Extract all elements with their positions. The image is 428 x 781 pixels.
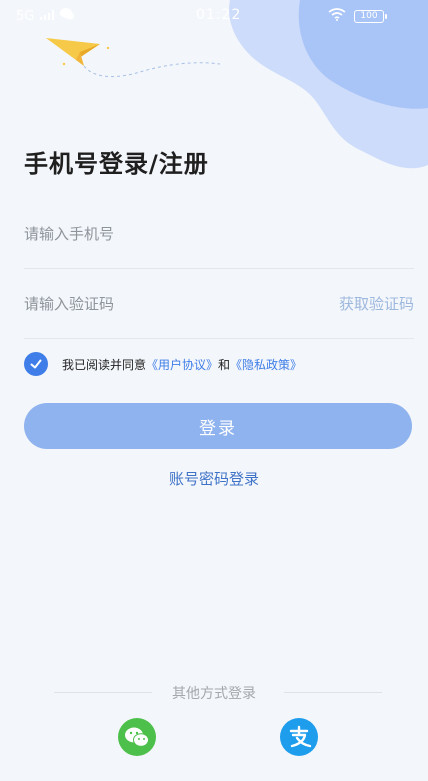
paper-plane-icon — [40, 30, 230, 94]
code-field-row: 获取验证码 — [24, 269, 414, 339]
chat-notification-icon — [60, 8, 75, 24]
other-login-label: 其他方式登录 — [172, 686, 256, 702]
login-button[interactable]: 登录 — [24, 403, 412, 449]
password-login-link[interactable]: 账号密码登录 — [0, 468, 428, 489]
wifi-icon — [328, 8, 346, 25]
status-bar: 5G 01:22 100 — [0, 0, 428, 32]
agreement-text: 我已阅读并同意《用户协议》和《隐私政策》 — [62, 356, 302, 373]
agreement-and: 和 — [218, 357, 231, 372]
agreement-checkbox[interactable] — [24, 352, 48, 376]
user-agreement-link[interactable]: 《用户协议》 — [146, 358, 218, 372]
wechat-icon — [125, 727, 149, 747]
alipay-login-button[interactable] — [280, 718, 318, 756]
get-code-button[interactable]: 获取验证码 — [339, 293, 414, 314]
alipay-icon — [289, 725, 312, 748]
privacy-policy-link[interactable]: 《隐私政策》 — [230, 358, 302, 372]
phone-input[interactable] — [24, 221, 304, 247]
page-title: 手机号登录/注册 — [24, 150, 209, 178]
checkmark-icon — [30, 359, 42, 369]
wechat-login-button[interactable] — [118, 718, 156, 756]
phone-field-row — [24, 199, 414, 269]
status-time: 01:22 — [196, 7, 242, 23]
agreement-prefix: 我已阅读并同意 — [62, 357, 147, 372]
verification-code-input[interactable] — [24, 291, 304, 317]
signal-icon — [40, 9, 55, 24]
status-right: 100 — [328, 8, 387, 25]
battery-icon: 100 — [354, 10, 387, 23]
agreement-row: 我已阅读并同意《用户协议》和《隐私政策》 — [24, 352, 302, 376]
status-left: 5G — [16, 8, 75, 24]
other-login-divider: 其他方式登录 — [0, 682, 428, 702]
carrier-label: 5G — [16, 8, 35, 24]
divider-line-right — [284, 692, 382, 693]
